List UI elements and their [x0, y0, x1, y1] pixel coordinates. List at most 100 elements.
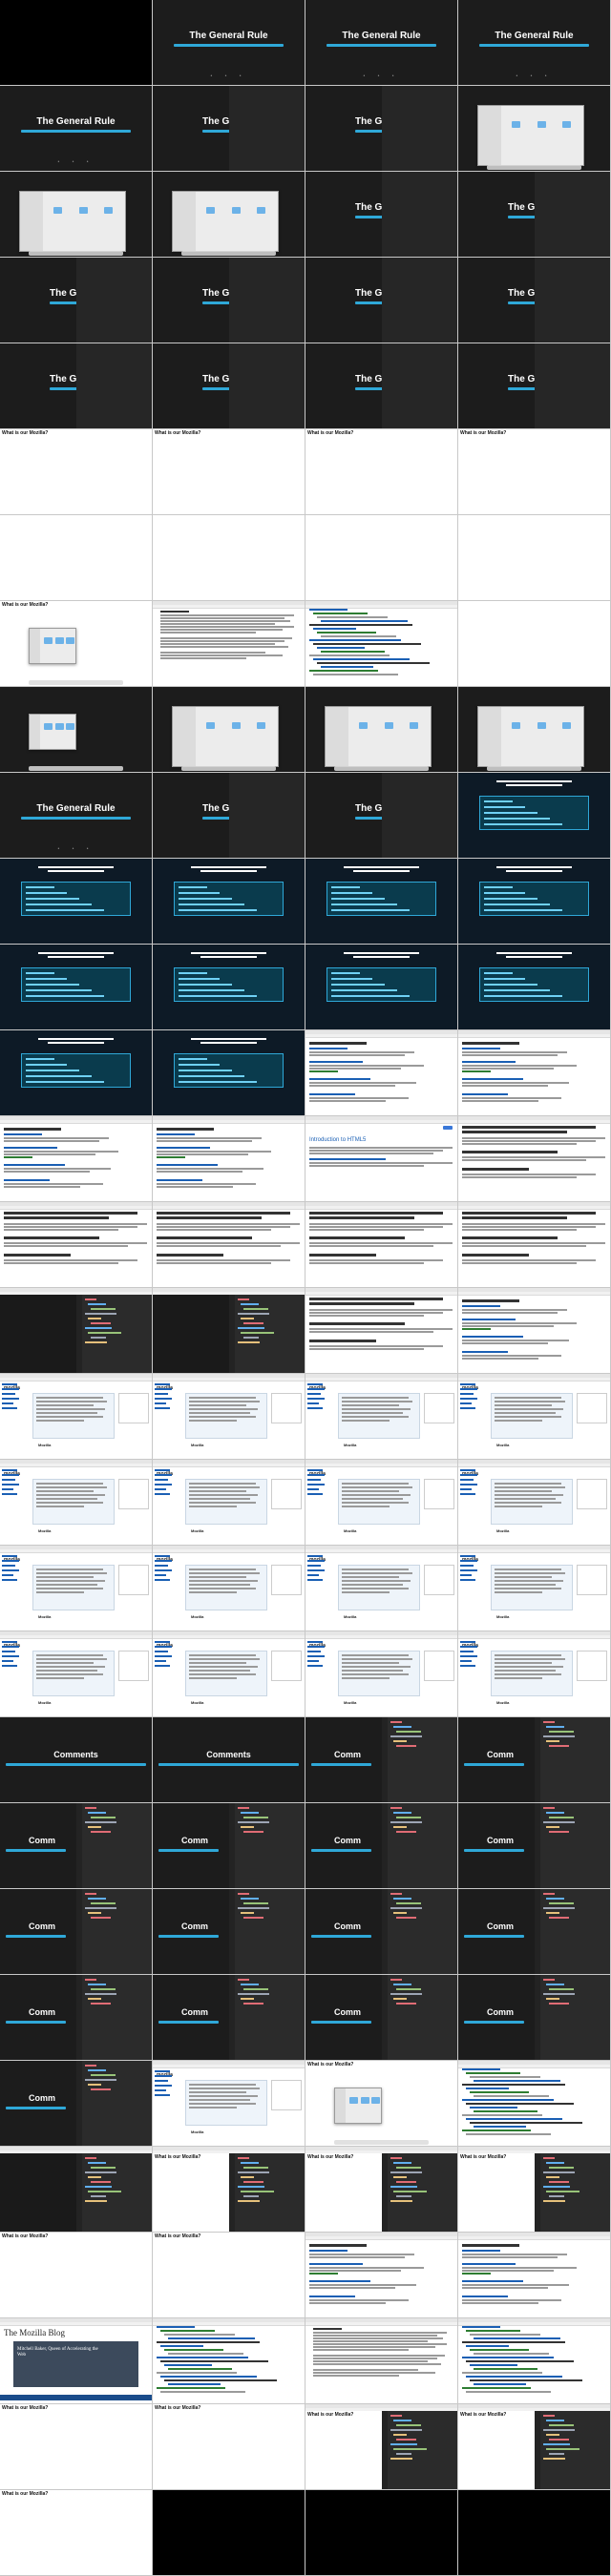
video-frame-thumbnail[interactable]: [458, 2233, 611, 2318]
video-frame-thumbnail[interactable]: What is our Mozilla?: [306, 2061, 458, 2147]
code-editor[interactable]: [382, 1889, 457, 1974]
video-frame-thumbnail[interactable]: [153, 1288, 306, 1374]
video-frame-thumbnail[interactable]: Comm: [0, 1889, 153, 1975]
code-editor[interactable]: [229, 2153, 305, 2232]
folder-icon[interactable]: [53, 207, 63, 215]
video-frame-thumbnail[interactable]: The General Rule: [306, 773, 458, 859]
video-frame-thumbnail[interactable]: [0, 1202, 153, 1288]
browser-tab-strip[interactable]: [458, 1292, 610, 1296]
video-frame-thumbnail[interactable]: The General Rule: [153, 773, 306, 859]
video-frame-thumbnail[interactable]: mozillaMozilla: [306, 1374, 458, 1460]
video-frame-thumbnail[interactable]: ​: [153, 945, 306, 1030]
video-frame-thumbnail[interactable]: What is our Mozilla?: [458, 2404, 611, 2490]
dock-icon[interactable]: [334, 766, 429, 771]
video-frame-thumbnail[interactable]: ​: [153, 1030, 306, 1116]
browser-tab-strip[interactable]: [306, 1206, 457, 1210]
page-sidebar-nav[interactable]: [307, 1641, 328, 1713]
finder-window[interactable]: [29, 714, 76, 750]
video-frame-thumbnail[interactable]: The General Rule • • •: [306, 0, 458, 86]
code-editor[interactable]: [229, 1975, 305, 2060]
video-frame-thumbnail[interactable]: Comm: [0, 1975, 153, 2061]
browser-tab-strip[interactable]: [0, 1635, 152, 1639]
video-frame-thumbnail[interactable]: mozillaMozilla: [458, 1631, 611, 1717]
page-sidebar-nav[interactable]: [307, 1383, 328, 1455]
code-editor[interactable]: [76, 1803, 152, 1888]
video-frame-thumbnail[interactable]: [153, 1116, 306, 1202]
video-frame-thumbnail[interactable]: Comm: [458, 1803, 611, 1889]
video-frame-thumbnail[interactable]: The General Rule: [458, 258, 611, 343]
video-frame-thumbnail[interactable]: The General Rule • • •: [0, 773, 153, 859]
finder-window[interactable]: [334, 2088, 382, 2124]
finder-window[interactable]: [19, 191, 126, 252]
video-frame-thumbnail[interactable]: What is our Mozilla?: [153, 429, 306, 515]
video-frame-thumbnail[interactable]: The General Rule: [0, 258, 153, 343]
slide-controls[interactable]: • • •: [0, 159, 152, 165]
finder-window[interactable]: [477, 105, 584, 166]
video-frame-thumbnail[interactable]: Comm: [306, 1717, 458, 1803]
code-editor[interactable]: [535, 1889, 610, 1974]
browser-tab-strip[interactable]: [153, 1206, 305, 1210]
video-frame-thumbnail[interactable]: [306, 515, 458, 601]
video-frame-thumbnail[interactable]: [306, 2490, 458, 2576]
video-frame-thumbnail[interactable]: What is our Mozilla?: [0, 2233, 153, 2318]
browser-tab-strip[interactable]: [0, 1464, 152, 1467]
video-frame-thumbnail[interactable]: [306, 1030, 458, 1116]
video-frame-thumbnail[interactable]: [153, 1202, 306, 1288]
browser-tab-strip[interactable]: [153, 1378, 305, 1381]
code-editor[interactable]: [535, 2411, 610, 2489]
folder-icon[interactable]: [562, 722, 571, 730]
video-frame-thumbnail[interactable]: ​: [0, 1030, 153, 1116]
video-frame-thumbnail[interactable]: [458, 1030, 611, 1116]
video-frame-thumbnail[interactable]: [0, 172, 153, 258]
video-frame-thumbnail[interactable]: Comm: [0, 2061, 153, 2147]
folder-icon[interactable]: [359, 722, 369, 730]
folder-icon[interactable]: [537, 722, 546, 730]
folder-icon[interactable]: [257, 207, 265, 215]
search-button[interactable]: [443, 1126, 453, 1130]
browser-tab-strip[interactable]: [0, 1206, 152, 1210]
page-sidebar-nav[interactable]: [460, 1555, 481, 1627]
video-frame-thumbnail[interactable]: [458, 2318, 611, 2404]
video-frame-thumbnail[interactable]: ​: [458, 773, 611, 859]
folder-icon[interactable]: [384, 722, 393, 730]
video-frame-thumbnail[interactable]: [153, 2490, 306, 2576]
page-sidebar-nav[interactable]: [155, 2070, 176, 2142]
video-frame-thumbnail[interactable]: The General Rule: [306, 172, 458, 258]
browser-tab-strip[interactable]: [458, 1464, 610, 1467]
slide-controls[interactable]: • • •: [306, 73, 457, 79]
browser-tab-strip[interactable]: [458, 1120, 610, 1124]
video-frame-thumbnail[interactable]: [0, 1116, 153, 1202]
video-frame-thumbnail[interactable]: [306, 601, 458, 687]
browser-tab-strip[interactable]: [306, 2322, 457, 2326]
video-frame-thumbnail[interactable]: The Mozilla Blog Mitchell Baker, Queen of…: [0, 2318, 153, 2404]
video-frame-thumbnail[interactable]: [0, 1288, 153, 1374]
video-frame-thumbnail[interactable]: [458, 601, 611, 687]
folder-icon[interactable]: [104, 207, 113, 215]
dock-icon[interactable]: [29, 680, 123, 685]
code-editor[interactable]: [382, 1803, 457, 1888]
dock-icon[interactable]: [487, 165, 581, 170]
finder-window[interactable]: [172, 191, 279, 252]
video-frame-thumbnail[interactable]: The General Rule: [306, 258, 458, 343]
video-frame-thumbnail[interactable]: The General Rule: [153, 343, 306, 429]
folder-icon[interactable]: [257, 722, 265, 730]
browser-tab-strip[interactable]: [153, 1549, 305, 1553]
code-editor[interactable]: [382, 2411, 457, 2489]
page-sidebar-nav[interactable]: [2, 1555, 23, 1627]
code-editor[interactable]: [535, 1717, 610, 1802]
video-frame-thumbnail[interactable]: [458, 1288, 611, 1374]
finder-window[interactable]: [29, 628, 76, 664]
code-editor[interactable]: [229, 1803, 305, 1888]
page-sidebar-nav[interactable]: [2, 1383, 23, 1455]
video-frame-thumbnail[interactable]: What is our Mozilla?: [0, 2490, 153, 2576]
video-frame-thumbnail[interactable]: [0, 515, 153, 601]
video-frame-thumbnail[interactable]: [0, 0, 153, 86]
video-frame-thumbnail[interactable]: mozillaMozilla: [458, 1546, 611, 1631]
browser-tab-strip[interactable]: [153, 2065, 305, 2068]
video-frame-thumbnail[interactable]: [153, 687, 306, 773]
video-frame-thumbnail[interactable]: mozillaMozilla: [0, 1546, 153, 1631]
page-sidebar-nav[interactable]: [460, 1383, 481, 1455]
page-sidebar-nav[interactable]: [460, 1641, 481, 1713]
video-frame-thumbnail[interactable]: mozillaMozilla: [153, 2061, 306, 2147]
slide-controls[interactable]: • • •: [153, 73, 305, 79]
